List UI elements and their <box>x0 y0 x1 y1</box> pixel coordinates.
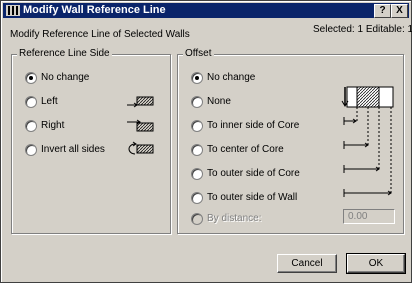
offset-legend: Offset <box>183 48 214 59</box>
outer-wall-offset-icon <box>343 189 392 197</box>
center-core-offset-icon <box>343 141 369 149</box>
inner-core-offset-icon <box>343 117 357 125</box>
offset-outer-core-label[interactable]: To outer side of Core <box>207 168 300 179</box>
ref-side-no-change-radio[interactable] <box>25 72 37 84</box>
ref-side-left-radio[interactable] <box>25 96 37 108</box>
offset-center-core-radio[interactable] <box>191 144 203 156</box>
offset-by-distance-label[interactable]: By distance: <box>207 213 261 224</box>
reference-side-legend: Reference Line Side <box>17 48 112 59</box>
ok-button[interactable]: OK <box>346 253 406 274</box>
wall-invert-arrow-icon <box>128 141 154 155</box>
ref-side-right-label[interactable]: Right <box>41 120 64 131</box>
offset-outer-wall-radio[interactable] <box>191 192 203 204</box>
dialog-window: Modify Wall Reference Line ? X Modify Re… <box>0 0 412 283</box>
help-button[interactable]: ? <box>374 4 391 18</box>
offset-none-radio[interactable] <box>191 96 203 108</box>
offset-none-label[interactable]: None <box>207 96 231 107</box>
window-title: Modify Wall Reference Line <box>23 4 166 16</box>
title-bar[interactable]: Modify Wall Reference Line ? X <box>3 3 409 18</box>
offset-distance-input[interactable]: 0.00 <box>343 209 395 224</box>
offset-outer-wall-label[interactable]: To outer side of Wall <box>207 192 297 203</box>
offset-inner-core-label[interactable]: To inner side of Core <box>207 120 299 131</box>
ref-side-no-change-label[interactable]: No change <box>41 72 89 83</box>
outer-core-offset-icon <box>343 165 380 173</box>
offset-center-core-label[interactable]: To center of Core <box>207 144 284 155</box>
ref-side-invert-label[interactable]: Invert all sides <box>41 144 105 155</box>
app-icon <box>6 5 20 16</box>
offset-inner-core-radio[interactable] <box>191 120 203 132</box>
cancel-button[interactable]: Cancel <box>277 254 337 273</box>
ref-side-invert-radio[interactable] <box>25 144 37 156</box>
close-button[interactable]: X <box>391 4 408 18</box>
offset-outer-core-radio[interactable] <box>191 168 203 180</box>
wall-right-arrow-icon <box>127 119 154 132</box>
offset-by-distance-radio[interactable] <box>191 213 203 225</box>
wall-left-arrow-icon <box>127 96 154 108</box>
ref-side-left-label[interactable]: Left <box>41 96 58 107</box>
offset-no-change-label[interactable]: No change <box>207 72 255 83</box>
ref-side-right-radio[interactable] <box>25 120 37 132</box>
dialog-description: Modify Reference Line of Selected Walls <box>10 29 190 40</box>
selection-status: Selected: 1 Editable: 1 <box>313 24 412 35</box>
offset-no-change-radio[interactable] <box>191 72 203 84</box>
